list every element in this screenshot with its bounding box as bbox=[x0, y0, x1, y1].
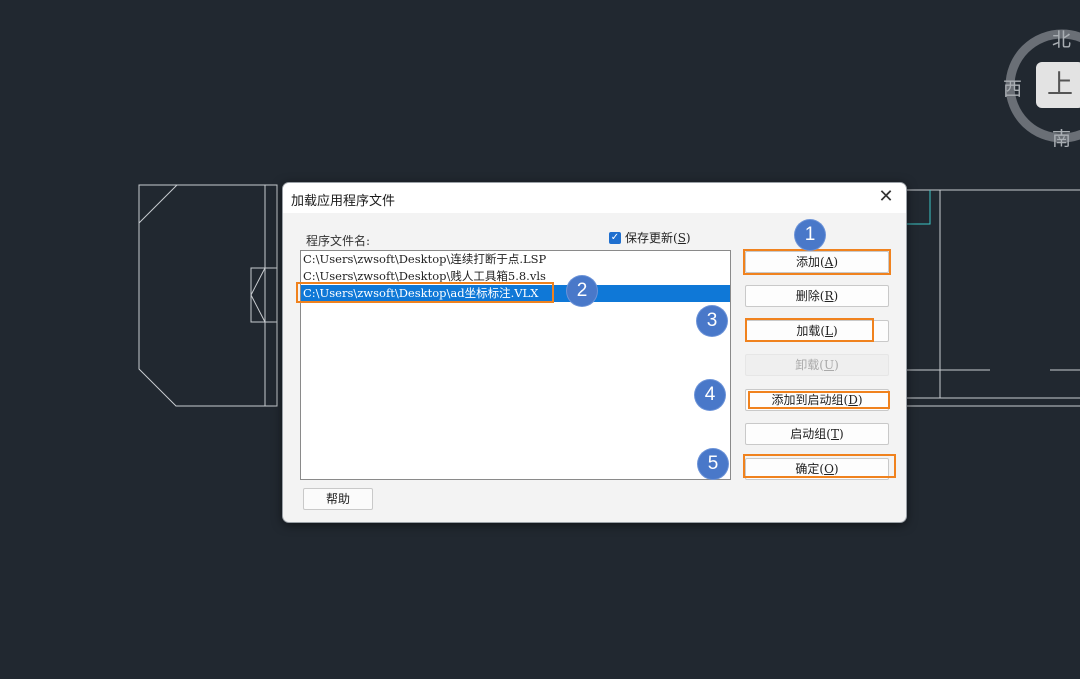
dialog-title: 加载应用程序文件 bbox=[291, 194, 396, 209]
file-list-item-selected[interactable]: C:\Users\zwsoft\Desktop\ad坐标标注.VLX bbox=[301, 285, 730, 302]
compass-west-label[interactable]: 西 bbox=[1003, 74, 1022, 101]
save-updates-checkbox[interactable]: ✓ 保存更新(S) bbox=[609, 229, 691, 246]
help-button[interactable]: 帮助 bbox=[303, 488, 373, 510]
program-file-list[interactable]: C:\Users\zwsoft\Desktop\连续打断于点.LSP C:\Us… bbox=[300, 250, 731, 480]
add-button[interactable]: 添加(A) bbox=[745, 251, 889, 273]
compass-north-label[interactable]: 北 bbox=[1052, 25, 1071, 52]
file-list-label: 程序文件名: bbox=[306, 234, 371, 248]
add-to-startup-button[interactable]: 添加到启动组(D) bbox=[745, 389, 889, 411]
dialog-titlebar: 加载应用程序文件 ✕ bbox=[283, 183, 906, 213]
compass-south-label[interactable]: 南 bbox=[1052, 124, 1071, 151]
step-marker-4: 4 bbox=[695, 380, 725, 410]
step-marker-2: 2 bbox=[567, 276, 597, 306]
step-marker-1: 1 bbox=[795, 220, 825, 250]
step-marker-5: 5 bbox=[698, 449, 728, 479]
remove-button[interactable]: 删除(R) bbox=[745, 285, 889, 307]
viewcube-top-face[interactable]: 上 bbox=[1036, 62, 1080, 108]
file-list-item[interactable]: C:\Users\zwsoft\Desktop\贱人工具箱5.8.vls bbox=[301, 268, 730, 285]
close-icon[interactable]: ✕ bbox=[876, 186, 896, 208]
load-button[interactable]: 加载(L) bbox=[745, 320, 889, 342]
step-marker-3: 3 bbox=[697, 306, 727, 336]
file-list-item[interactable]: C:\Users\zwsoft\Desktop\连续打断于点.LSP bbox=[301, 251, 730, 268]
checkmark-icon[interactable]: ✓ bbox=[609, 231, 621, 244]
save-updates-label: 保存更新(S) bbox=[625, 231, 691, 245]
ok-button[interactable]: 确定(O) bbox=[745, 458, 889, 480]
unload-button[interactable]: 卸载(U) bbox=[745, 354, 889, 376]
startup-group-button[interactable]: 启动组(T) bbox=[745, 423, 889, 445]
